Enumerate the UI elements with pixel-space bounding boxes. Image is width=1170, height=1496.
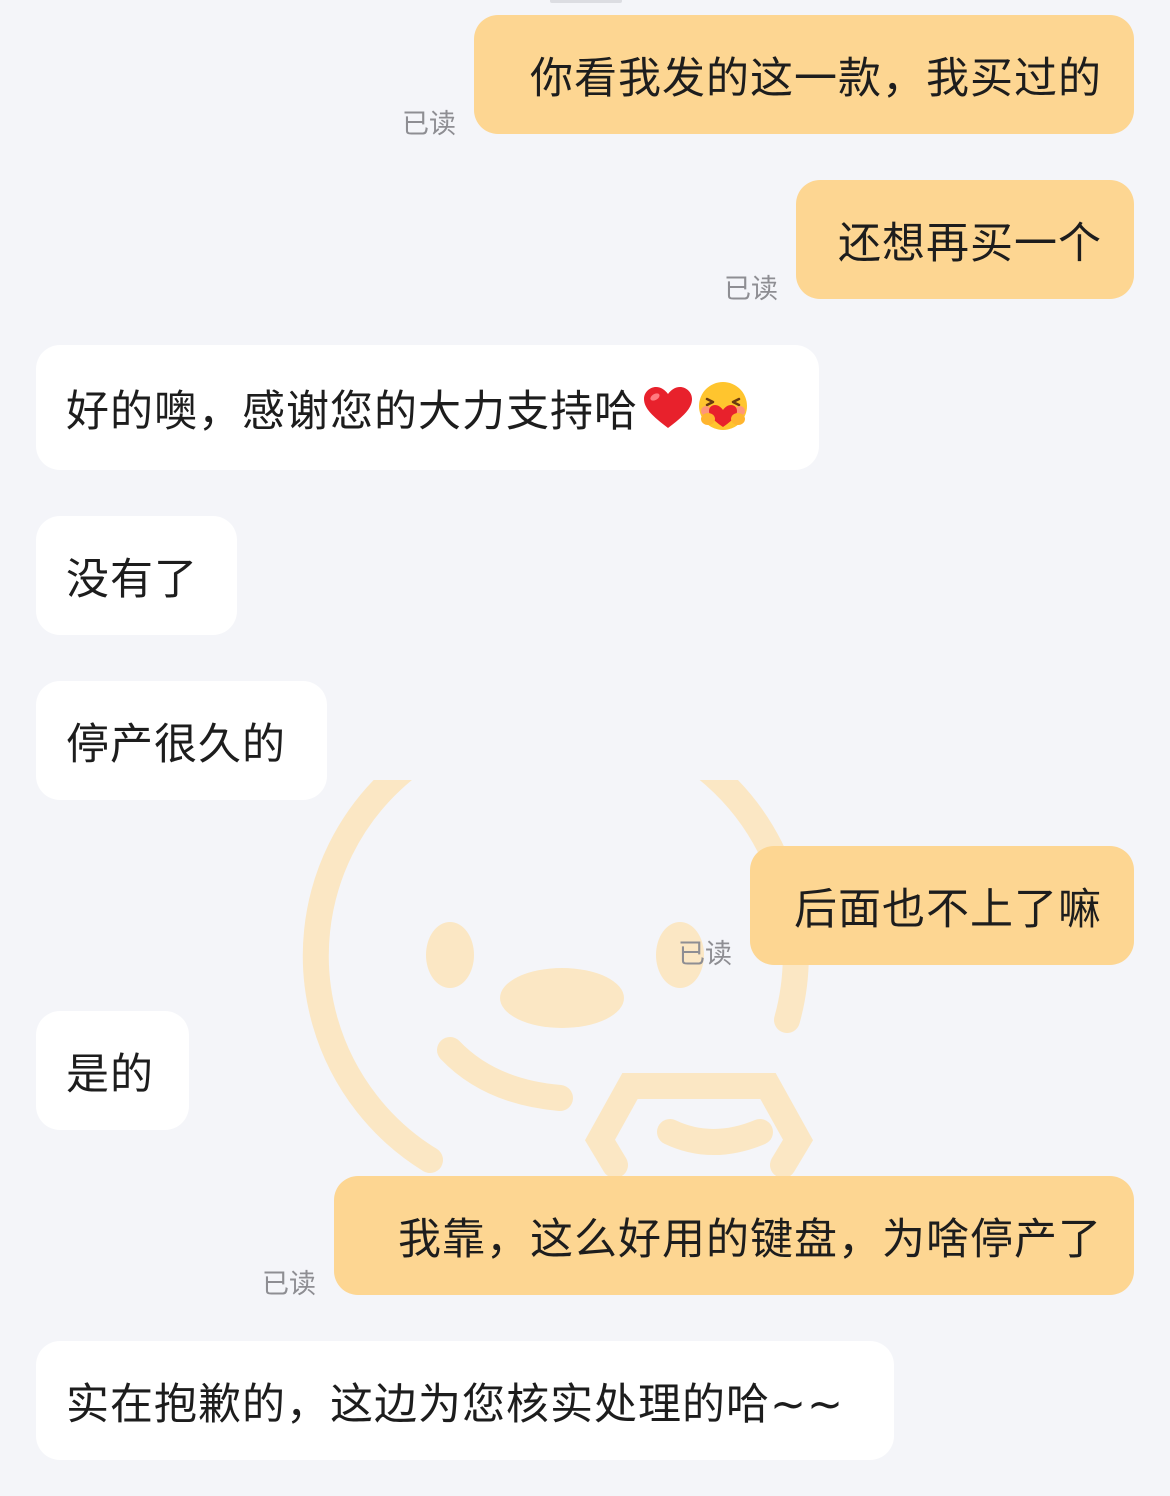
incoming-message-bubble[interactable]: 没有了 bbox=[36, 516, 237, 635]
read-status: 已读 bbox=[402, 109, 456, 140]
outgoing-message-bubble[interactable]: 我靠，这么好用的键盘，为啥停产了 bbox=[334, 1176, 1134, 1295]
message-text: 是的 bbox=[66, 1049, 154, 1100]
read-status: 已读 bbox=[678, 939, 732, 970]
message-text: 还想再买一个 bbox=[838, 218, 1102, 269]
message-text: 你看我发的这一款，我买过的 bbox=[530, 53, 1102, 104]
message-text: 停产很久的 bbox=[66, 719, 286, 770]
incoming-message-bubble[interactable]: 是的 bbox=[36, 1011, 189, 1130]
incoming-message-bubble[interactable]: 实在抱歉的，这边为您核实处理的哈~~ bbox=[36, 1341, 894, 1460]
smiley-mascot-watermark-icon bbox=[302, 780, 814, 1178]
message-text: 后面也不上了嘛 bbox=[794, 884, 1102, 935]
incoming-message-bubble[interactable]: 好的噢，感谢您的大力支持哈 bbox=[36, 345, 819, 470]
message-text: 实在抱歉的，这边为您核实处理的哈~~ bbox=[66, 1379, 845, 1430]
outgoing-message-bubble[interactable]: 还想再买一个 bbox=[796, 180, 1134, 299]
incoming-message-bubble[interactable]: 停产很久的 bbox=[36, 681, 327, 800]
read-status: 已读 bbox=[724, 274, 778, 305]
message-text: 我靠，这么好用的键盘，为啥停产了 bbox=[398, 1214, 1102, 1265]
scroll-indicator-edge bbox=[550, 0, 622, 3]
hugging-heart-face-emoji-icon bbox=[699, 381, 747, 430]
outgoing-message-bubble[interactable]: 后面也不上了嘛 bbox=[750, 846, 1134, 965]
message-text: 没有了 bbox=[66, 554, 198, 605]
read-status: 已读 bbox=[262, 1269, 316, 1300]
message-text: 好的噢，感谢您的大力支持哈 bbox=[66, 386, 638, 437]
red-heart-emoji-icon bbox=[644, 386, 692, 428]
outgoing-message-bubble[interactable]: 你看我发的这一款，我买过的 bbox=[474, 15, 1134, 134]
